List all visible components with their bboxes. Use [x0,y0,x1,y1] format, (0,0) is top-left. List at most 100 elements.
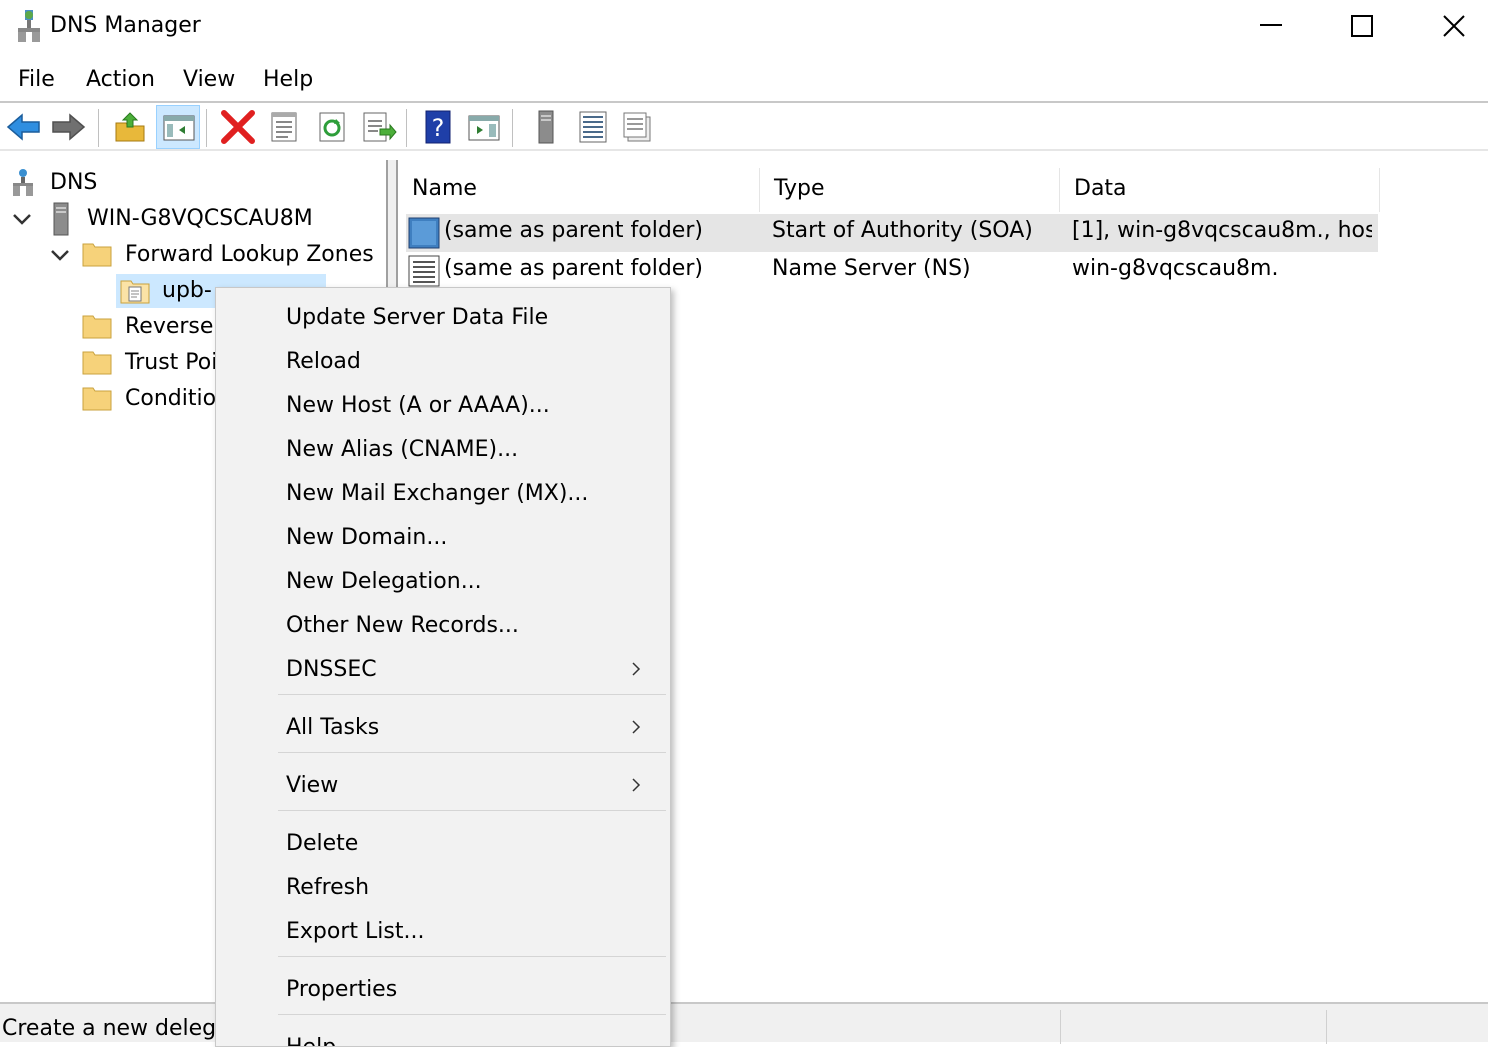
status-text: Create a new delegat [2,1016,239,1041]
menu-item-properties[interactable]: Properties [278,968,666,1012]
menu-item-update-server-data-file[interactable]: Update Server Data File [278,296,666,340]
export-list-icon [363,112,397,142]
folder-icon [82,243,112,267]
menu-item-view[interactable]: View [278,764,666,808]
properties-icon [271,112,297,142]
delete-button[interactable] [218,107,258,147]
record-name: (same as parent folder) [444,256,703,281]
table-row[interactable]: (same as parent folder) Name Server (NS)… [406,252,1378,290]
menu-item-delete[interactable]: Delete [278,822,666,866]
menu-item-new-mail-exchanger[interactable]: New Mail Exchanger (MX)... [278,472,666,516]
toolbar-separator [406,109,407,147]
help-icon: ? [425,110,451,144]
server-icon [53,202,69,236]
tree-node-dns[interactable]: DNS [10,166,380,200]
menu-separator [278,752,666,753]
tree-label-reverse-lookup-zones: Reverse l [125,314,227,339]
close-button[interactable] [1396,0,1488,52]
menu-item-reload[interactable]: Reload [278,340,666,384]
show-hide-action-pane-icon [468,115,500,141]
refresh-icon [319,112,345,142]
show-hide-console-tree-icon [163,115,195,141]
menu-file[interactable]: File [18,67,55,92]
zone-icon [120,280,150,304]
minimize-button[interactable] [1224,0,1316,52]
folder-icon [82,387,112,411]
menu-item-refresh[interactable]: Refresh [278,866,666,910]
status-divider [1326,1010,1327,1044]
tree-label-trust-points: Trust Poi [125,350,218,375]
menu-item-new-domain[interactable]: New Domain... [278,516,666,560]
tree-label-server: WIN-G8VQCSCAU8M [87,206,313,231]
toolbar: ? [0,101,1488,151]
forward-arrow-icon [52,113,86,141]
record-data: win-g8vqcscau8m. [1072,256,1279,281]
menu-item-new-alias[interactable]: New Alias (CNAME)... [278,428,666,472]
up-folder-icon [115,112,145,142]
menu-separator [278,694,666,695]
toolbar-separator [206,109,207,147]
up-one-level-button[interactable] [110,107,150,147]
table-row[interactable]: (same as parent folder) Start of Authori… [406,214,1378,252]
dns-icon [13,169,33,196]
menu-separator [278,810,666,811]
chevron-down-icon[interactable] [12,212,32,226]
record-name: (same as parent folder) [444,218,703,243]
show-hide-console-tree-button[interactable] [156,105,200,149]
menu-item-other-new-records[interactable]: Other New Records... [278,604,666,648]
soa-record-icon [408,217,440,249]
back-button[interactable] [4,107,44,147]
menu-item-new-host[interactable]: New Host (A or AAAA)... [278,384,666,428]
menu-bar: File Action View Help [0,60,1488,100]
ns-record-icon [408,255,440,287]
properties-button[interactable] [264,107,304,147]
tree-node-server[interactable]: WIN-G8VQCSCAU8M [10,202,380,236]
help-button[interactable]: ? [418,107,458,147]
menu-item-new-delegation[interactable]: New Delegation... [278,560,666,604]
detail-view-button[interactable] [618,107,658,147]
column-header-data[interactable]: Data [1060,168,1380,212]
menu-separator [278,1014,666,1015]
record-data: [1], win-g8vqcscau8m., host... [1072,218,1372,243]
menu-item-help[interactable]: Help [278,1026,666,1046]
menu-action[interactable]: Action [86,67,155,92]
folder-icon [82,351,112,375]
chevron-down-icon[interactable] [50,248,70,262]
list-view-button[interactable] [572,107,612,147]
back-arrow-icon [6,113,40,141]
tree-label-zone: upb- [162,278,212,303]
menu-item-all-tasks[interactable]: All Tasks [278,706,666,750]
column-header-name[interactable]: Name [398,168,760,212]
column-header-type[interactable]: Type [760,168,1060,212]
context-menu: Update Server Data File Reload New Host … [215,287,671,1047]
status-divider [1060,1010,1061,1044]
menu-item-dnssec[interactable]: DNSSEC [278,648,666,692]
server-button[interactable] [526,107,566,147]
window-title: DNS Manager [50,13,201,38]
maximize-button[interactable] [1316,0,1408,52]
show-hide-action-pane-button[interactable] [464,107,504,147]
forward-button[interactable] [48,107,88,147]
server-icon [538,110,554,144]
record-type: Name Server (NS) [772,256,971,281]
tree-label-conditional-forwarders: Conditio [125,386,217,411]
chevron-right-icon [632,720,641,734]
delete-icon [221,110,255,144]
folder-icon [82,315,112,339]
refresh-button[interactable] [312,107,352,147]
toolbar-separator [512,109,513,147]
close-icon [1443,15,1465,37]
menu-help[interactable]: Help [263,67,313,92]
detail-view-icon [623,112,651,142]
title-bar: DNS Manager [0,0,1488,56]
menu-item-export-list[interactable]: Export List... [278,910,666,954]
export-list-button[interactable] [358,107,398,147]
minimize-icon [1260,24,1282,26]
tree-label-forward-lookup-zones: Forward Lookup Zones [125,242,374,267]
chevron-right-icon [632,662,641,676]
maximize-icon [1351,15,1373,37]
menu-view[interactable]: View [183,67,235,92]
chevron-right-icon [632,778,641,792]
dns-app-icon [18,10,40,42]
tree-node-forward-lookup-zones[interactable]: Forward Lookup Zones [10,238,380,272]
